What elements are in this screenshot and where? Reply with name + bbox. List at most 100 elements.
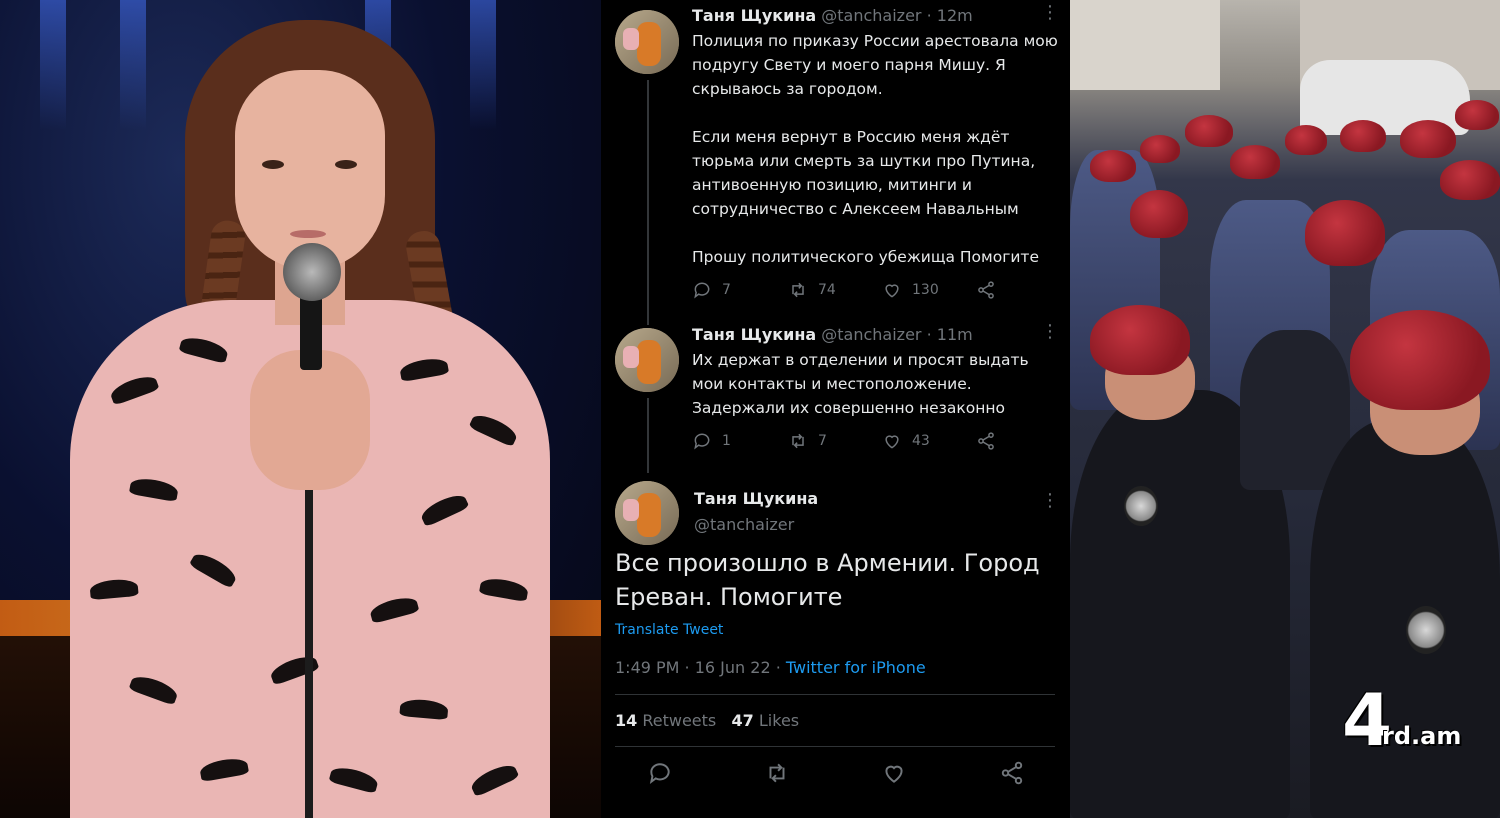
author-name[interactable]: Таня Щукина bbox=[692, 325, 816, 344]
tweet-meta: 1:49 PM · 16 Jun 22 · Twitter for iPhone bbox=[615, 658, 926, 677]
main-tweet-actions bbox=[615, 760, 1055, 790]
likes-label: Likes bbox=[758, 711, 800, 730]
face bbox=[235, 70, 385, 270]
reply-count: 1 bbox=[722, 433, 731, 449]
red-beret bbox=[1400, 120, 1456, 158]
more-icon[interactable]: ⋮ bbox=[1041, 323, 1059, 341]
share-button[interactable] bbox=[976, 280, 996, 300]
hands bbox=[250, 350, 370, 490]
red-beret bbox=[1090, 305, 1190, 375]
more-icon[interactable]: ⋮ bbox=[1041, 4, 1059, 22]
author-name[interactable]: Таня Щукина bbox=[694, 489, 818, 508]
stage-light bbox=[120, 0, 146, 130]
retweets-label: Retweets bbox=[642, 711, 717, 730]
shoulder-patch bbox=[1406, 606, 1446, 654]
more-icon[interactable]: ⋮ bbox=[1041, 492, 1059, 510]
red-beret bbox=[1285, 125, 1327, 155]
eye bbox=[335, 160, 357, 169]
share-icon bbox=[978, 281, 994, 299]
tweet-paragraph: Если меня вернут в Россию меня ждёт тюрь… bbox=[692, 128, 1036, 218]
reply-count: 7 bbox=[722, 282, 731, 298]
like-icon bbox=[885, 284, 899, 298]
red-beret bbox=[1305, 200, 1385, 266]
tweet-stats: 14 Retweets 47 Likes bbox=[615, 711, 799, 730]
police-crowd-photo bbox=[1070, 0, 1500, 818]
microphone-icon bbox=[283, 243, 341, 301]
like-icon[interactable] bbox=[881, 760, 907, 786]
red-beret bbox=[1230, 145, 1280, 179]
red-beret bbox=[1350, 310, 1490, 410]
watermark-text: rd.am bbox=[1382, 722, 1462, 750]
likes-stat[interactable]: 47 Likes bbox=[732, 711, 800, 730]
bat-print bbox=[108, 372, 160, 406]
likes-count: 47 bbox=[731, 711, 754, 730]
like-count: 130 bbox=[912, 282, 939, 298]
share-button[interactable] bbox=[976, 431, 996, 451]
tweet-thread: Таня Щукина @tanchaizer · 12m ⋮ Полиция … bbox=[601, 0, 1070, 818]
tweet-paragraph: Прошу политического убежища Помогите bbox=[692, 248, 1040, 266]
author-handle[interactable]: @tanchaizer bbox=[821, 325, 921, 344]
avatar[interactable] bbox=[615, 481, 679, 545]
bat-print bbox=[178, 334, 230, 364]
like-button[interactable]: 130 bbox=[882, 280, 939, 300]
like-button[interactable]: 43 bbox=[882, 431, 930, 451]
bat-print bbox=[89, 577, 139, 601]
bat-print bbox=[399, 697, 449, 721]
bat-print bbox=[418, 490, 470, 528]
tweet-paragraph: Их держат в отделении и просят выдать мо… bbox=[692, 351, 1029, 417]
bat-print bbox=[128, 475, 180, 503]
thread-connector bbox=[647, 398, 649, 473]
performer-photo bbox=[0, 0, 601, 818]
tweet-actions: 1 7 43 bbox=[692, 431, 1012, 453]
tweet-header: Таня Щукина @tanchaizer · 12m bbox=[692, 6, 973, 25]
tweet-actions: 7 74 130 bbox=[692, 280, 1012, 302]
divider bbox=[615, 746, 1055, 747]
avatar[interactable] bbox=[615, 328, 679, 392]
retweets-count: 14 bbox=[615, 711, 638, 730]
author-name[interactable]: Таня Щукина bbox=[692, 6, 816, 25]
main-tweet-text: Все произошло в Армении. Город Ереван. П… bbox=[615, 549, 1040, 611]
share-icon[interactable] bbox=[999, 760, 1025, 786]
tweet-timestamp[interactable]: 1:49 PM · 16 Jun 22 · bbox=[615, 658, 786, 677]
bat-print bbox=[478, 575, 530, 603]
microphone-body bbox=[300, 290, 322, 370]
retweet-count: 7 bbox=[818, 433, 827, 449]
tweet-time[interactable]: · 11m bbox=[927, 325, 973, 344]
like-count: 43 bbox=[912, 433, 930, 449]
bat-print bbox=[128, 672, 180, 706]
stage-light bbox=[40, 0, 66, 130]
author-handle[interactable]: @tanchaizer bbox=[821, 6, 921, 25]
bat-print bbox=[328, 764, 380, 794]
retweet-button[interactable]: 7 bbox=[788, 431, 827, 451]
red-beret bbox=[1455, 100, 1499, 130]
bat-print bbox=[468, 760, 520, 798]
tweet-time[interactable]: · 12m bbox=[927, 6, 973, 25]
like-icon bbox=[885, 435, 899, 449]
tweet-body: Полиция по приказу России арестовала мою… bbox=[692, 29, 1062, 269]
bat-print bbox=[468, 410, 520, 448]
tweet-source-link[interactable]: Twitter for iPhone bbox=[786, 658, 926, 677]
bat-print bbox=[188, 549, 240, 589]
retweets-stat[interactable]: 14 Retweets bbox=[615, 711, 716, 730]
tweet-body: Их держат в отделении и просят выдать мо… bbox=[692, 348, 1062, 420]
bat-print bbox=[368, 594, 420, 624]
tweet-paragraph: Полиция по приказу России арестовала мою… bbox=[692, 32, 1058, 98]
translate-tweet-link[interactable]: Translate Tweet bbox=[615, 622, 723, 638]
red-beret bbox=[1140, 135, 1180, 163]
officer-foreground bbox=[1310, 420, 1500, 818]
reply-button[interactable]: 1 bbox=[692, 431, 731, 451]
reply-icon bbox=[694, 433, 710, 450]
mouth bbox=[290, 230, 326, 238]
retweet-icon[interactable] bbox=[764, 760, 790, 786]
shoulder-patch bbox=[1124, 486, 1158, 526]
reply-button[interactable]: 7 bbox=[692, 280, 731, 300]
author-handle[interactable]: @tanchaizer bbox=[694, 515, 794, 534]
thread-connector bbox=[647, 80, 649, 325]
retweet-button[interactable]: 74 bbox=[788, 280, 836, 300]
avatar[interactable] bbox=[615, 10, 679, 74]
tweet-header: Таня Щукина @tanchaizer · 11m bbox=[692, 325, 973, 344]
reply-icon[interactable] bbox=[647, 760, 673, 786]
share-icon bbox=[978, 432, 994, 450]
divider bbox=[615, 694, 1055, 695]
red-beret bbox=[1130, 190, 1188, 238]
